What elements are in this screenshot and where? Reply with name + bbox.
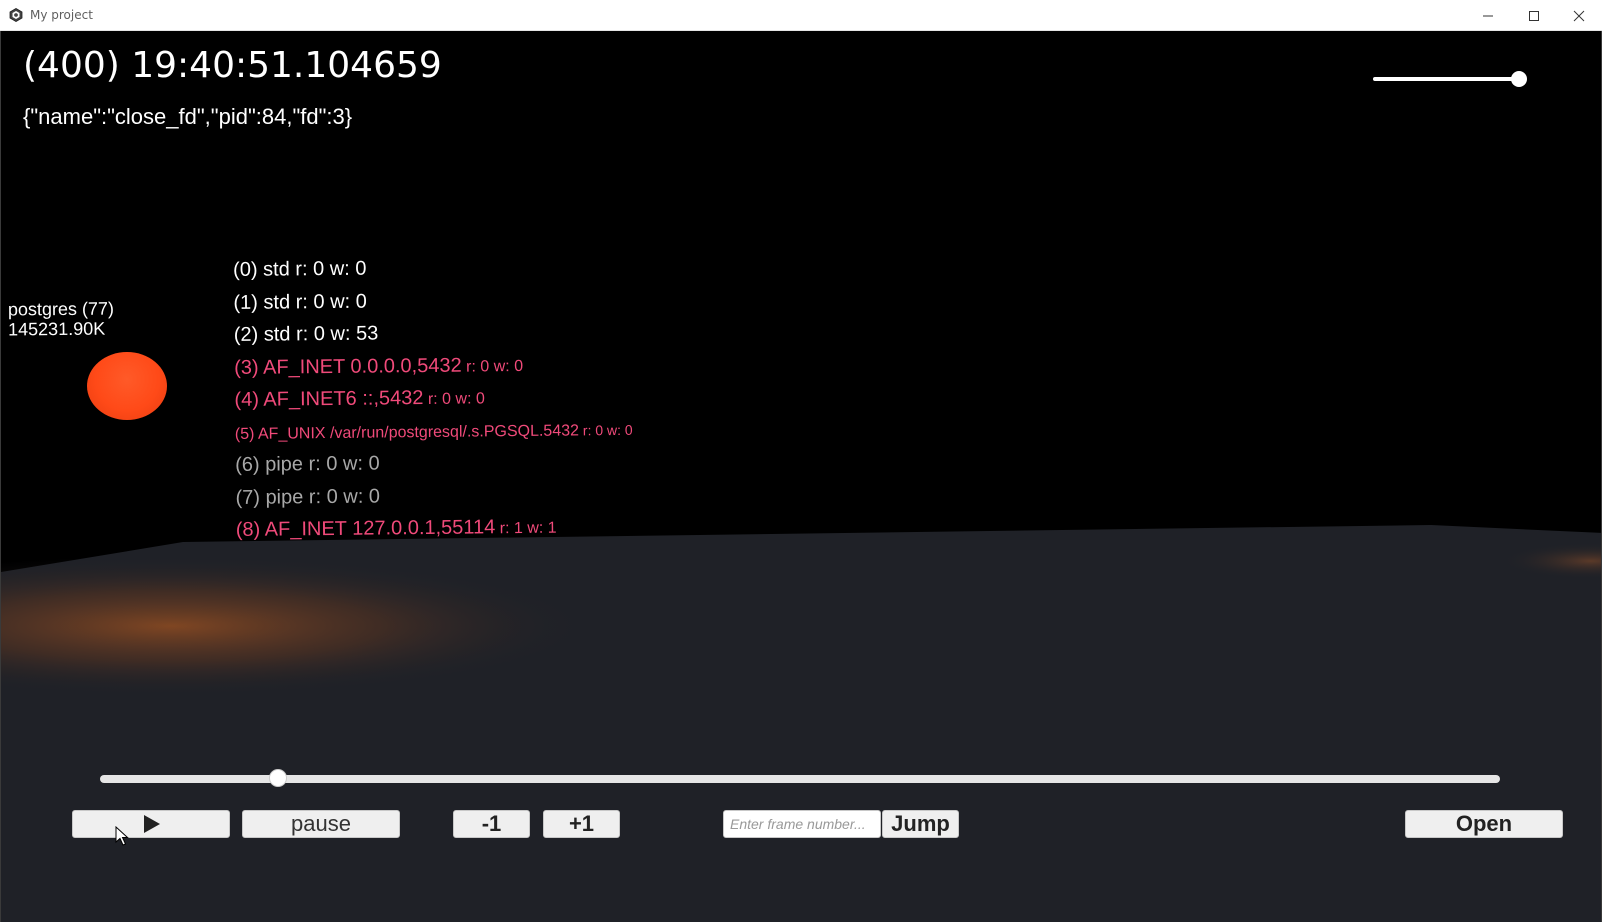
play-icon (144, 815, 160, 833)
fd-item: (5) AF_UNIX /var/run/postgresql/.s.PGSQL… (235, 417, 633, 454)
fd-description: (1) std r: 0 w: 0 (233, 290, 367, 314)
fd-description: (6) pipe r: 0 w: 0 (235, 452, 380, 476)
speed-slider-handle[interactable] (1511, 71, 1527, 87)
fd-description: (7) pipe r: 0 w: 0 (235, 484, 381, 509)
timeline-slider[interactable] (100, 769, 1500, 789)
play-button[interactable] (72, 810, 230, 838)
fd-item: (7) pipe r: 0 w: 0 (235, 482, 633, 519)
fd-list: (0) std r: 0 w: 0 (1) std r: 0 w: 0 (2) st… (233, 255, 634, 552)
fd-item: (4) AF_INET6 ::,5432 r: 0 w: 0 (234, 385, 632, 422)
process-sphere[interactable] (87, 352, 167, 420)
fd-description: (0) std r: 0 w: 0 (233, 257, 367, 281)
speed-slider[interactable] (1371, 69, 1531, 89)
fd-description: (2) std r: 0 w: 53 (233, 322, 379, 346)
process-name: postgres (77) (7, 298, 115, 320)
pause-button[interactable]: pause (242, 810, 400, 838)
fd-io-counts: r: 1 w: 1 (495, 519, 557, 538)
fd-item: (0) std r: 0 w: 0 (233, 255, 631, 292)
process-memory: 145231.90K (8, 318, 106, 340)
fd-description: (5) AF_UNIX /var/run/postgresql/.s.PGSQL… (234, 421, 580, 443)
close-icon (1573, 10, 1585, 21)
fd-item: (2) std r: 0 w: 53 (234, 320, 632, 357)
fd-item: (6) pipe r: 0 w: 0 (235, 450, 633, 487)
jump-button[interactable]: Jump (882, 810, 959, 838)
event-json: {"name":"close_fd","pid":84,"fd":3} (23, 104, 353, 129)
process-label: postgres (77) 145231.90K (8, 299, 114, 340)
minimize-button[interactable] (1465, 0, 1511, 31)
unity-logo-icon (9, 8, 23, 22)
step-forward-button[interactable]: +1 (543, 810, 620, 838)
minimize-icon (1483, 15, 1493, 16)
close-button[interactable] (1556, 0, 1602, 31)
window-title: My project (30, 8, 93, 22)
timeline-track[interactable] (100, 775, 1500, 783)
step-back-button[interactable]: -1 (453, 810, 530, 838)
fd-io-counts: r: 0 w: 0 (578, 421, 633, 438)
fd-item: (3) AF_INET 0.0.0.0,5432 r: 0 w: 0 (234, 352, 632, 389)
frame-timestamp: (400) 19:40:51.104659 (23, 45, 442, 86)
timeline-handle[interactable] (268, 769, 287, 787)
mouse-cursor-icon (115, 826, 129, 846)
speed-slider-track[interactable] (1373, 77, 1519, 81)
fd-description: (3) AF_INET 0.0.0.0,5432 (234, 354, 462, 379)
frame-number-input[interactable] (723, 810, 881, 838)
fd-item: (8) AF_INET 127.0.0.1,55114 r: 1 w: 1 (236, 515, 634, 552)
window-titlebar: My project (0, 0, 1602, 31)
fd-item: (1) std r: 0 w: 0 (233, 287, 631, 324)
fd-description: (4) AF_INET6 ::,5432 (234, 387, 424, 411)
maximize-icon (1529, 10, 1539, 21)
open-button[interactable]: Open (1405, 810, 1563, 838)
fd-io-counts: r: 0 w: 0 (423, 390, 485, 409)
fd-description: (8) AF_INET 127.0.0.1,55114 (235, 516, 496, 541)
maximize-button[interactable] (1511, 0, 1557, 31)
fd-io-counts: r: 0 w: 0 (461, 357, 524, 376)
